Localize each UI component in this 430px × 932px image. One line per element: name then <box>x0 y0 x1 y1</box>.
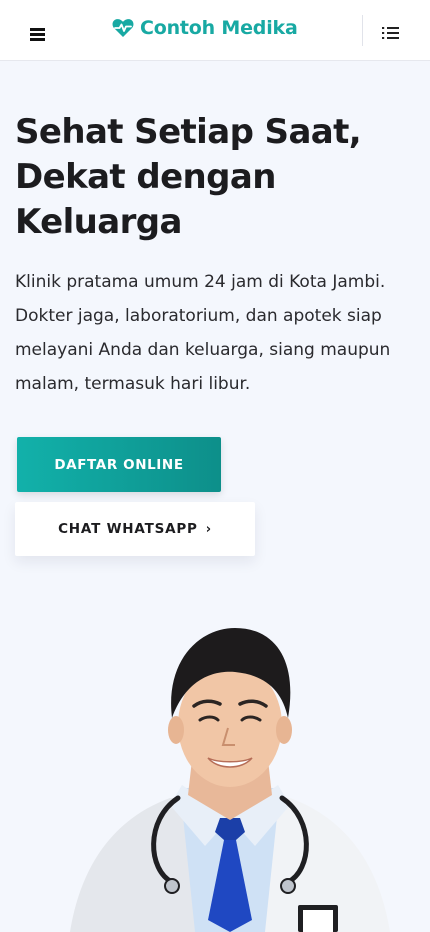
register-online-button[interactable]: DAFTAR ONLINE <box>17 437 221 492</box>
register-online-label: DAFTAR ONLINE <box>54 456 184 473</box>
heart-pulse-icon <box>112 19 134 37</box>
brand-logo[interactable]: Contoh Medika <box>112 14 298 42</box>
doctor-photo <box>60 620 400 932</box>
chat-whatsapp-label: CHAT WHATSAPP <box>58 521 198 537</box>
header-divider <box>362 15 363 46</box>
chevron-right-icon: › <box>205 521 212 537</box>
site-header: Contoh Medika <box>0 0 430 61</box>
brand-name: Contoh Medika <box>140 17 298 39</box>
hamburger-menu-icon[interactable] <box>26 24 50 44</box>
hero-description: Klinik pratama umum 24 jam di Kota Jambi… <box>15 272 391 394</box>
list-icon[interactable] <box>381 24 401 42</box>
hero-title: Sehat Setiap Saat, Dekat dengan Keluarga <box>15 112 362 242</box>
chat-whatsapp-button[interactable]: CHAT WHATSAPP › <box>15 502 255 556</box>
